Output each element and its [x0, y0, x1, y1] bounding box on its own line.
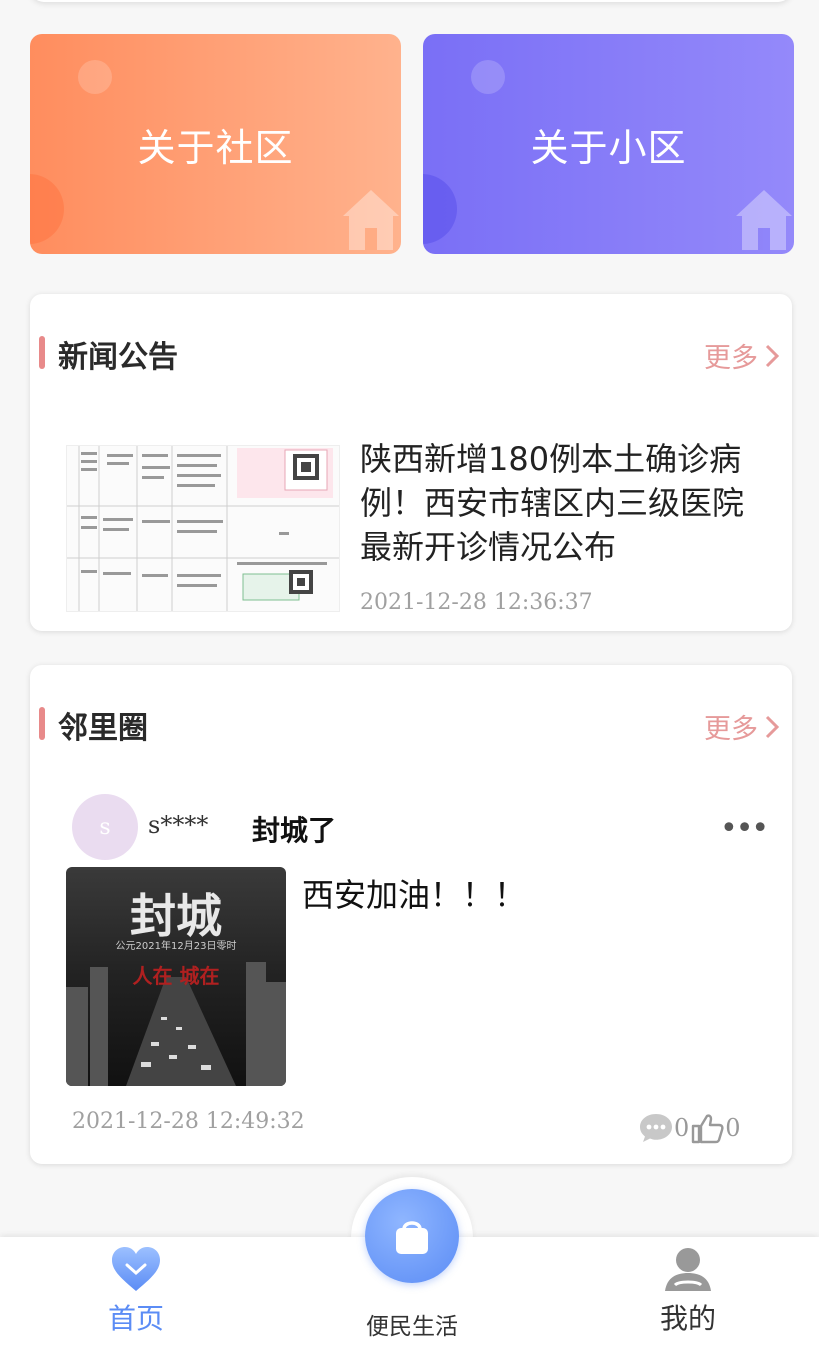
house-icon [736, 190, 792, 250]
news-more-label: 更多 [704, 343, 758, 374]
house-icon [343, 190, 399, 250]
thumb-up-icon[interactable] [689, 1111, 725, 1145]
circle-section-title: 邻里圈 [58, 711, 148, 746]
chevron-right-icon [765, 344, 780, 367]
more-dots-icon[interactable]: ••• [720, 811, 769, 846]
tab-mine[interactable]: 我的 [638, 1237, 738, 1347]
post-content: 西安加油！！！ [302, 876, 527, 914]
section-accent-bar [39, 336, 45, 369]
about-community-label: 关于社区 [137, 125, 294, 170]
tab-mine-label: 我的 [659, 1302, 716, 1335]
post-title[interactable]: 封城了 [252, 809, 336, 849]
about-estate-tile[interactable]: 关于小区 [423, 34, 794, 254]
circle-more-link[interactable]: 更多 [704, 707, 780, 746]
city-night-image: 封城 公元2021年12月23日零时 人在 城在 [66, 867, 286, 1086]
circle-more-label: 更多 [704, 714, 758, 745]
avatar[interactable]: s [72, 794, 138, 860]
tab-home[interactable]: 首页 [86, 1237, 186, 1347]
tab-life-label: 便民生活 [366, 1314, 458, 1340]
about-community-tile[interactable]: 关于社区 [30, 34, 401, 254]
news-item-time: 2021-12-28 12:36:37 [360, 590, 593, 615]
news-section-title: 新闻公告 [58, 340, 178, 375]
comment-count: 0 [674, 1114, 690, 1142]
document-table-image [67, 446, 339, 611]
about-estate-label: 关于小区 [530, 125, 687, 170]
post-image-sub-text: 公元2021年12月23日零时 [116, 939, 237, 952]
life-center-button[interactable] [365, 1189, 459, 1283]
shopping-bag-icon [396, 1221, 428, 1254]
decor-circle [78, 60, 112, 94]
decor-circle [30, 174, 64, 244]
like-count: 0 [725, 1114, 741, 1142]
news-item-title[interactable]: 陕西新增180例本土确诊病例！西安市辖区内三级医院最新开诊情况公布 [360, 437, 770, 569]
post-image-big-text: 封城 [130, 889, 222, 943]
chevron-right-icon [765, 715, 780, 738]
decor-circle [423, 174, 457, 244]
post-time: 2021-12-28 12:49:32 [72, 1109, 305, 1134]
post-username: s**** [148, 811, 209, 839]
tab-home-label: 首页 [107, 1302, 164, 1335]
news-thumbnail[interactable] [66, 445, 340, 612]
post-image[interactable]: 封城 公元2021年12月23日零时 人在 城在 [66, 867, 286, 1086]
post-stats: 0 0 [638, 1111, 741, 1145]
user-icon [665, 1248, 711, 1291]
neighbor-circle-card: 邻里圈 更多 s s**** 封城了 ••• 封城 公元2021年12月23日零… [30, 665, 792, 1164]
news-card: 新闻公告 更多 陕西新增180例本土确诊病例！西安市辖区内三级医院最新开诊情况公… [30, 294, 792, 631]
comment-bubble-icon[interactable] [638, 1111, 674, 1145]
post-image-red-text: 人在 城在 [133, 964, 220, 988]
section-accent-bar [39, 707, 45, 740]
decor-circle [471, 60, 505, 94]
heart-icon [112, 1247, 160, 1291]
top-card-edge [30, 0, 792, 2]
news-more-link[interactable]: 更多 [704, 336, 780, 375]
